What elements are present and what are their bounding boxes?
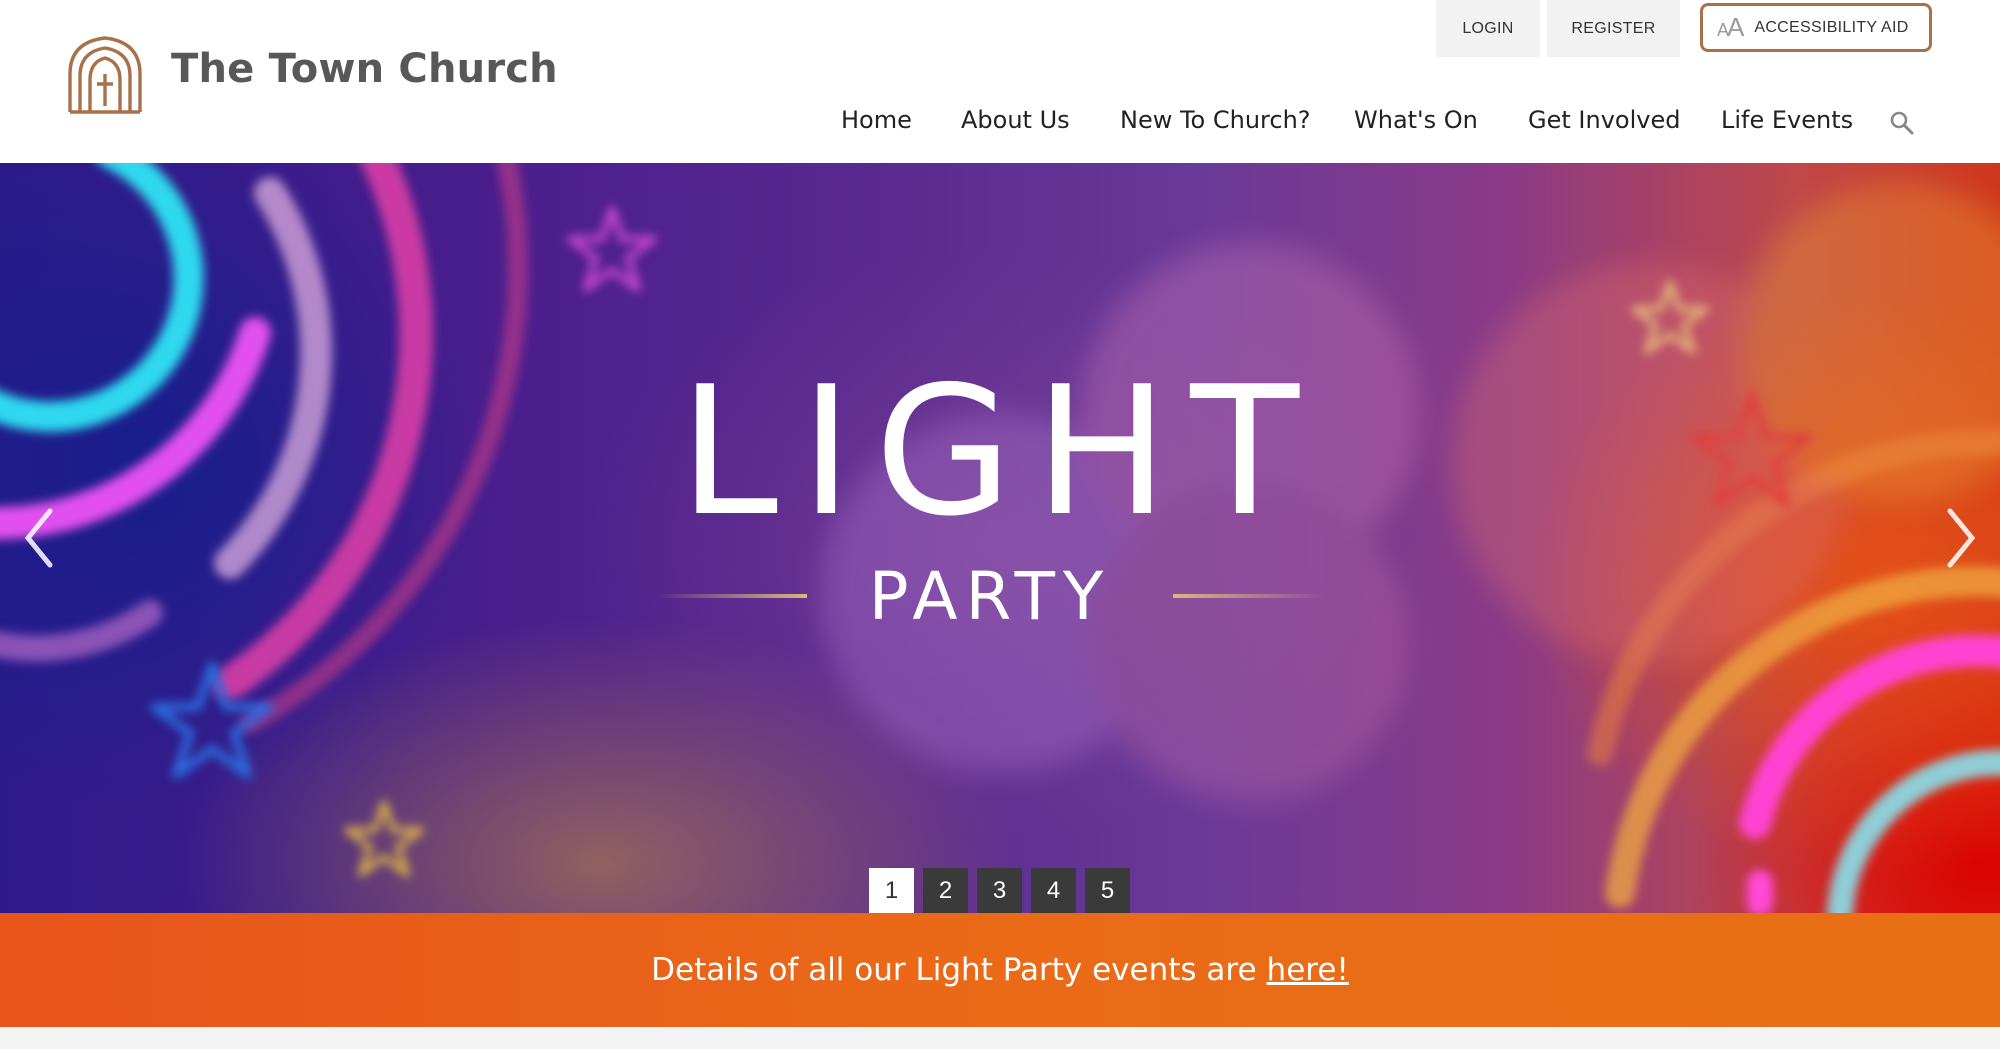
section-divider (0, 1027, 2000, 1049)
banner-text: Details of all our Light Party events ar… (651, 952, 1257, 988)
site-header: The Town Church LOGIN REGISTER AA ACCESS… (0, 0, 2000, 163)
nav-item-get-involved[interactable]: Get Involved (1528, 106, 1680, 134)
nav-item-home[interactable]: Home (841, 106, 912, 134)
announcement-banner: Details of all our Light Party events ar… (0, 913, 2000, 1027)
main-nav: Home About Us New To Church? What's On G… (0, 106, 2000, 142)
slide-page-4[interactable]: 4 (1031, 868, 1076, 913)
banner-link[interactable]: here! (1267, 952, 1349, 988)
search-icon[interactable] (1889, 110, 1915, 136)
site-title[interactable]: The Town Church (171, 46, 558, 92)
register-button[interactable]: REGISTER (1547, 0, 1680, 57)
hero-subtitle-row: PARTY (655, 558, 1325, 635)
hero-subtitle: PARTY (868, 557, 1112, 635)
church-arch-logo-icon[interactable] (66, 36, 144, 114)
text-size-icon: AA (1717, 12, 1744, 42)
hero-divider-left (655, 594, 807, 598)
nav-item-new-to-church[interactable]: New To Church? (1120, 106, 1311, 134)
slide-page-5[interactable]: 5 (1085, 868, 1130, 913)
accessibility-aid-label: ACCESSIBILITY AID (1754, 18, 1909, 36)
chevron-right-icon[interactable] (1940, 503, 1980, 573)
nav-item-about-us[interactable]: About Us (961, 106, 1070, 134)
chevron-left-icon[interactable] (20, 503, 60, 573)
slide-page-2[interactable]: 2 (923, 868, 968, 913)
slide-page-3[interactable]: 3 (977, 868, 1022, 913)
accessibility-aid-button[interactable]: AA ACCESSIBILITY AID (1700, 3, 1932, 52)
hero-title: LIGHT (678, 348, 1322, 555)
login-button[interactable]: LOGIN (1436, 0, 1540, 57)
nav-item-life-events[interactable]: Life Events (1721, 106, 1853, 134)
slide-page-1[interactable]: 1 (869, 868, 914, 913)
hero-slider: LIGHT PARTY 1 2 3 4 5 (0, 163, 2000, 913)
slider-pagination: 1 2 3 4 5 (869, 868, 1130, 913)
hero-divider-right (1172, 594, 1325, 598)
nav-item-whats-on[interactable]: What's On (1354, 106, 1478, 134)
